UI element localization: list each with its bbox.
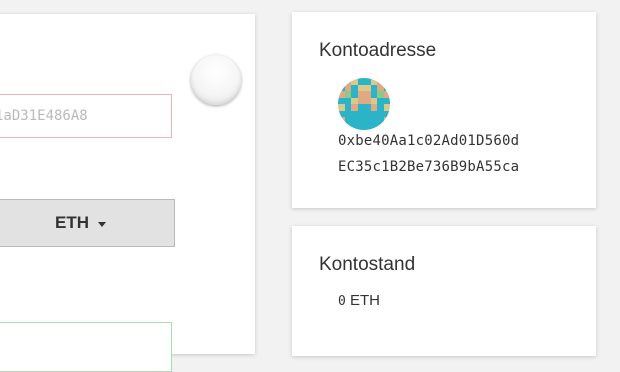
identicon-pixel: [338, 123, 345, 130]
account-balance-card: Kontostand 0 ETH: [292, 226, 596, 356]
account-identicon-avatar: [338, 78, 390, 130]
account-address-title: Kontoadresse: [319, 40, 437, 61]
identicon-pixel: [383, 123, 390, 130]
to-address-input[interactable]: 1aD31E486A8: [0, 94, 172, 138]
currency-dropdown-label: ETH: [55, 213, 89, 232]
balance-value: 0 ETH: [338, 292, 380, 309]
send-form-panel: 1aD31E486A8 ETH: [0, 14, 255, 372]
balance-amount: 0: [338, 294, 346, 309]
identicon-pixel: [383, 78, 390, 85]
identicon-pixel: [377, 123, 384, 130]
balance-unit: ETH: [350, 292, 380, 309]
account-address-line-2: EC35c1B2Be736B9bA55ca: [338, 159, 520, 175]
identicon-pixel: [383, 117, 390, 124]
identicon-pixel: [338, 78, 345, 85]
recipient-identicon-placeholder: [191, 55, 241, 105]
account-address-card: Kontoadresse 0xbe40Aa1c02Ad01D560d EC35c…: [292, 12, 596, 208]
currency-dropdown[interactable]: ETH: [0, 199, 175, 247]
caret-down-icon: [98, 221, 106, 227]
account-balance-title: Kontostand: [319, 254, 416, 275]
account-address-line-1: 0xbe40Aa1c02Ad01D560d: [338, 133, 520, 149]
amount-input[interactable]: [0, 322, 172, 372]
